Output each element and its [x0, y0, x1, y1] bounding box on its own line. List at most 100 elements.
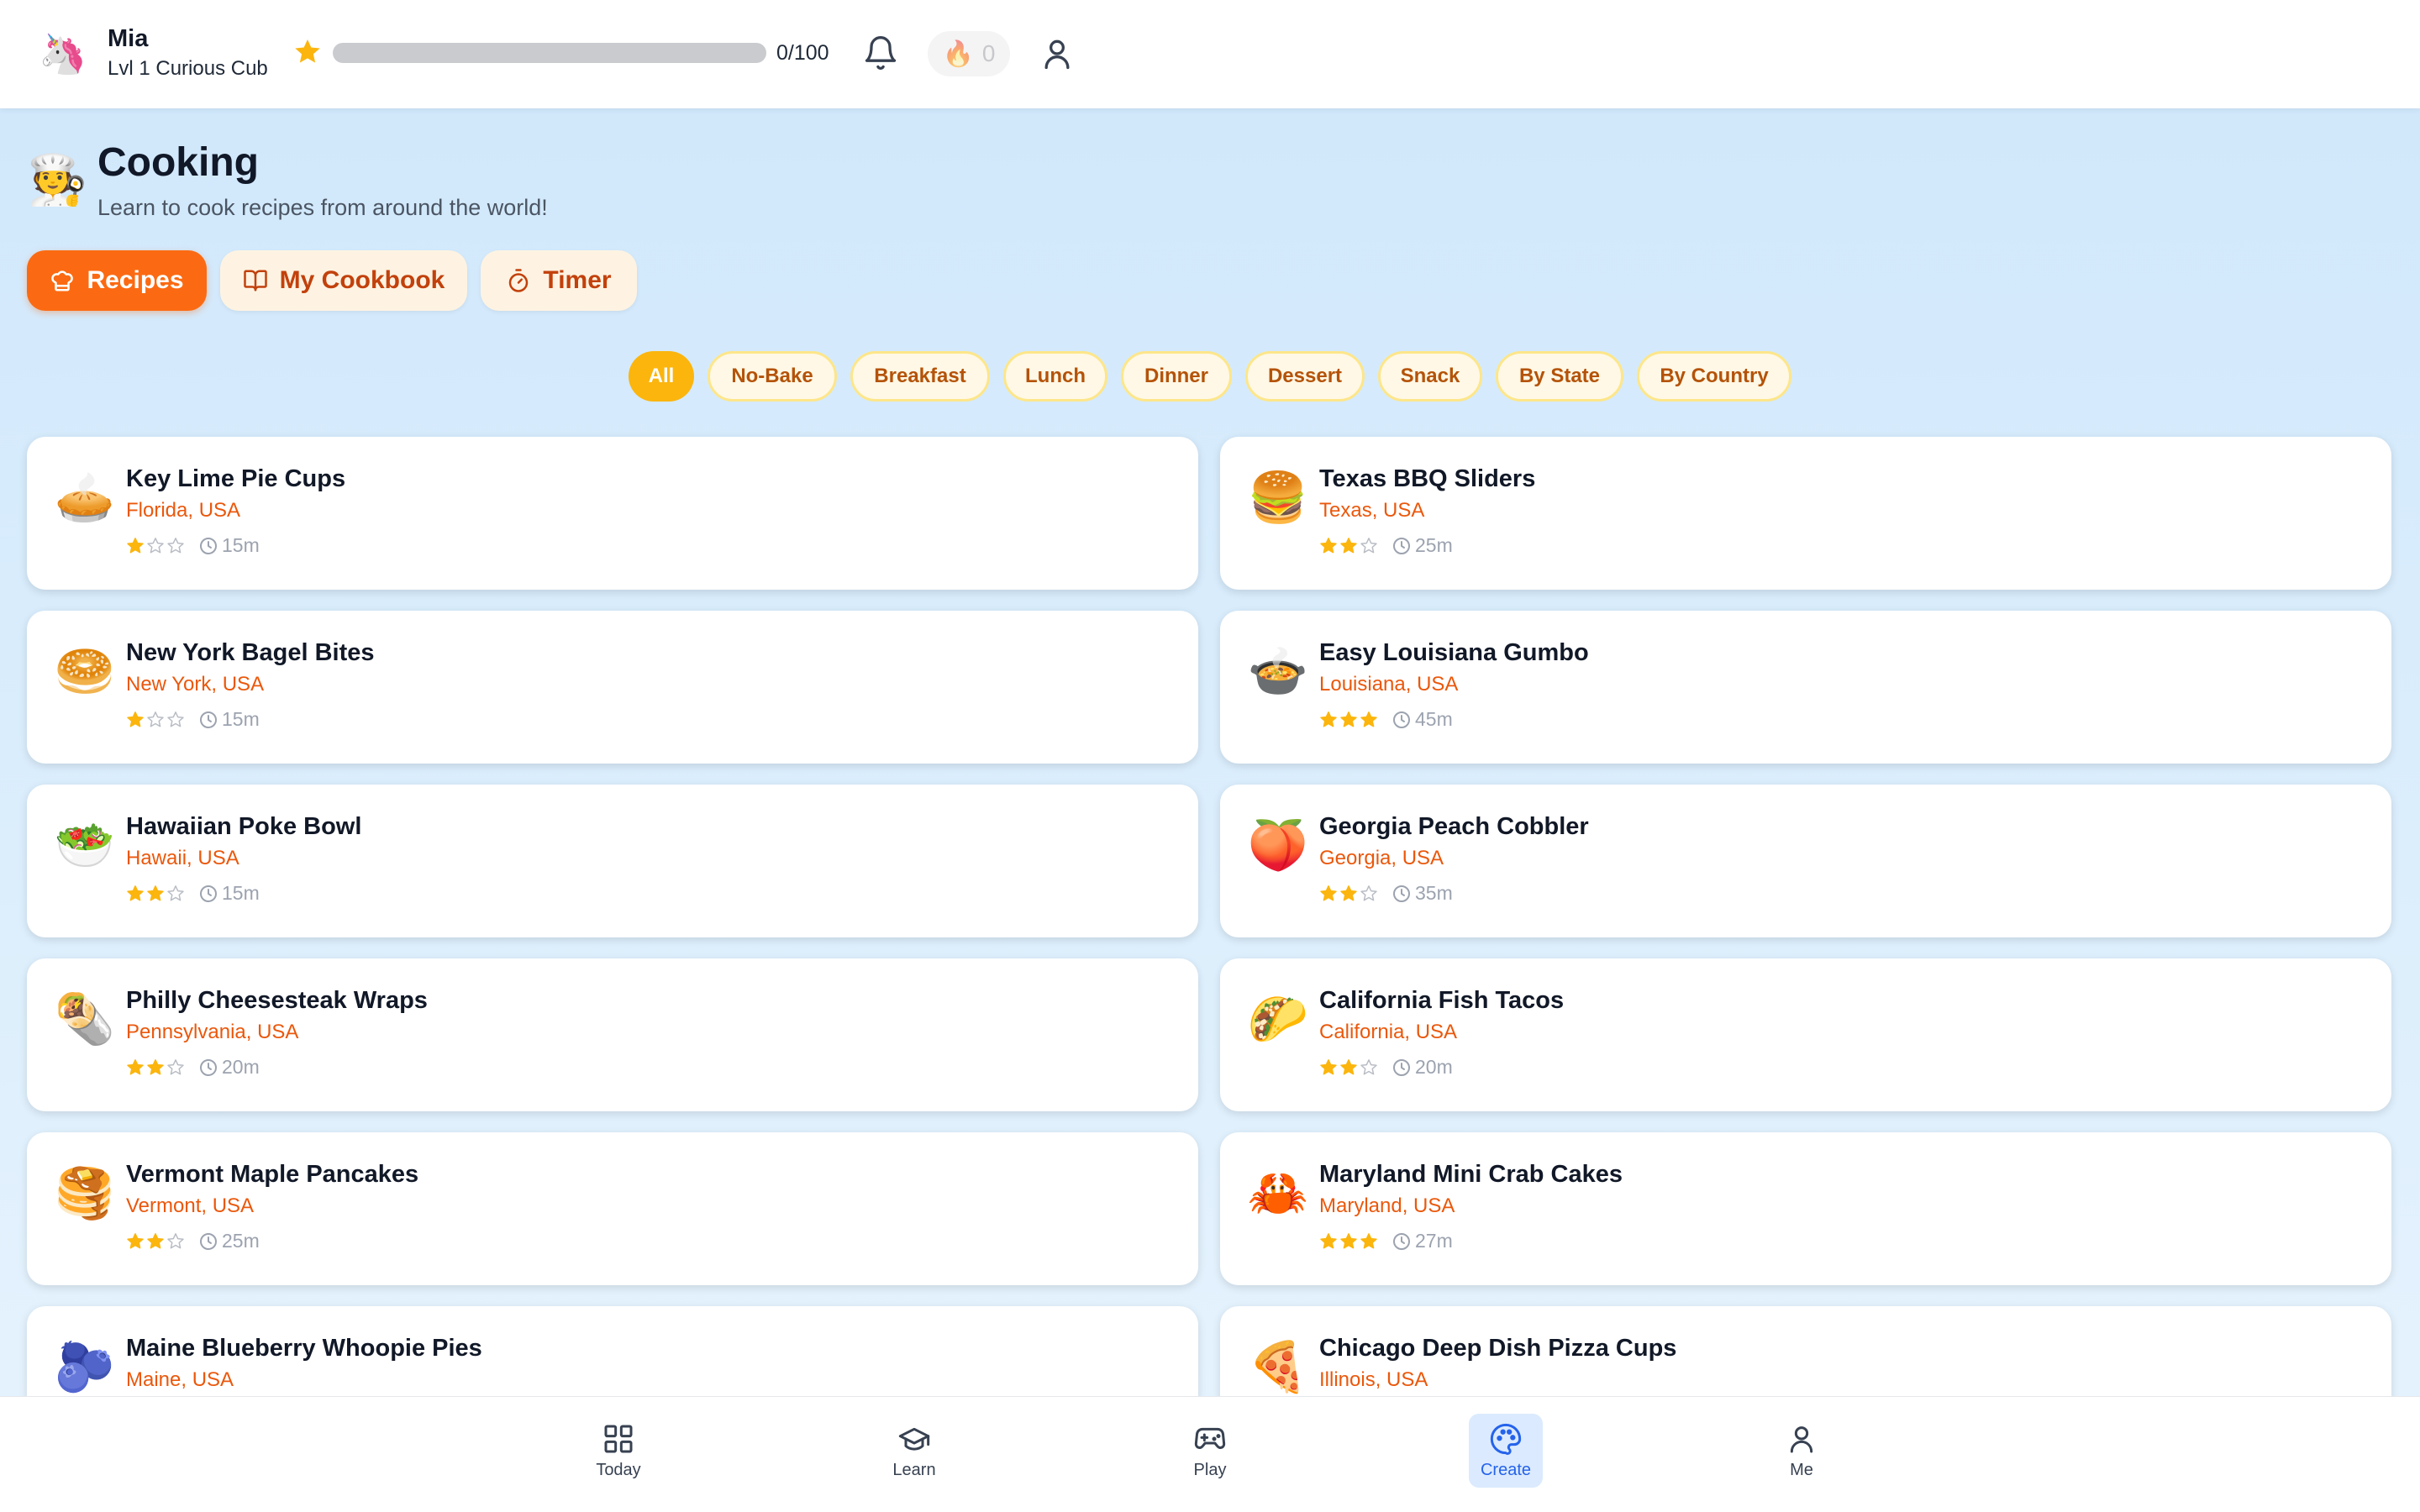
- user-icon: [1790, 1425, 1813, 1452]
- filter-chip-by-country[interactable]: By Country: [1637, 351, 1791, 402]
- recipe-emoji-icon: 🍑: [1247, 818, 1309, 873]
- clock-icon: [1393, 885, 1410, 902]
- recipe-card[interactable]: 🥗 Hawaiian Poke Bowl Hawaii, USA 15m: [27, 785, 1198, 937]
- nav-me[interactable]: Me: [1765, 1414, 1839, 1488]
- recipe-title: Easy Louisiana Gumbo: [1319, 639, 1589, 666]
- tab-recipes[interactable]: Recipes: [27, 250, 207, 311]
- recipe-emoji-icon: 🥯: [54, 644, 116, 699]
- filter-chip-by-state[interactable]: By State: [1496, 351, 1623, 402]
- recipe-emoji-icon: 🥧: [54, 470, 116, 525]
- recipe-emoji-icon: 🥞: [54, 1166, 116, 1221]
- star-filled-icon: [1320, 885, 1337, 900]
- nav-label: Play: [1193, 1460, 1227, 1479]
- difficulty-stars: [126, 537, 185, 555]
- recipe-emoji-icon: 🫐: [54, 1340, 116, 1394]
- recipe-meta: 15m: [126, 534, 260, 557]
- filter-chip-snack[interactable]: Snack: [1378, 351, 1482, 402]
- filter-chip-lunch[interactable]: Lunch: [1003, 351, 1107, 402]
- recipe-meta: 35m: [1319, 882, 1453, 905]
- user-level: Lvl 1 Curious Cub: [108, 57, 268, 80]
- difficulty-stars: [1319, 711, 1378, 729]
- recipe-emoji-icon: 🌮: [1247, 992, 1309, 1047]
- recipe-title: Chicago Deep Dish Pizza Cups: [1319, 1335, 1677, 1362]
- recipe-card[interactable]: 🥞 Vermont Maple Pancakes Vermont, USA 25m: [27, 1132, 1198, 1285]
- clock-icon: [200, 885, 217, 902]
- recipe-location: Maine, USA: [126, 1368, 234, 1391]
- star-filled-icon: [127, 537, 144, 553]
- chef-hat-icon: [51, 270, 74, 291]
- nav-learn[interactable]: Learn: [877, 1414, 951, 1488]
- user-icon[interactable]: [1039, 35, 1076, 72]
- recipe-meta: 15m: [126, 708, 260, 731]
- star-filled-icon: [1340, 885, 1357, 900]
- recipe-card[interactable]: 🍔 Texas BBQ Sliders Texas, USA 25m: [1220, 437, 2391, 590]
- recipe-title: Key Lime Pie Cups: [126, 465, 346, 492]
- recipe-meta: 20m: [1319, 1056, 1453, 1079]
- star-filled-icon: [127, 1058, 144, 1074]
- recipe-location: New York, USA: [126, 673, 265, 696]
- gamepad-icon: [1194, 1427, 1226, 1449]
- star-icon: [295, 39, 320, 63]
- recipe-title: Hawaiian Poke Bowl: [126, 813, 362, 840]
- star-filled-icon: [1340, 1232, 1357, 1248]
- difficulty-stars: [1319, 1232, 1378, 1251]
- recipe-card[interactable]: 🍲 Easy Louisiana Gumbo Louisiana, USA 45m: [1220, 611, 2391, 764]
- recipe-meta: 25m: [126, 1230, 260, 1252]
- recipe-card[interactable]: 🦀 Maryland Mini Crab Cakes Maryland, USA 27…: [1220, 1132, 2391, 1285]
- star-empty-icon: [167, 711, 184, 727]
- recipe-location: Pennsylvania, USA: [126, 1021, 299, 1043]
- flame-icon: 🔥: [942, 39, 974, 68]
- tab-timer[interactable]: Timer: [481, 250, 637, 311]
- recipe-location: Florida, USA: [126, 499, 241, 522]
- book-icon: [243, 270, 267, 291]
- nav-today[interactable]: Today: [581, 1414, 655, 1488]
- recipe-emoji-icon: 🌯: [54, 992, 116, 1047]
- recipe-emoji-icon: 🍕: [1247, 1340, 1309, 1394]
- star-empty-icon: [167, 1232, 184, 1248]
- recipe-time: 35m: [1392, 882, 1453, 905]
- recipe-time: 15m: [198, 708, 260, 731]
- recipe-time: 15m: [198, 534, 260, 557]
- filter-chip-all[interactable]: All: [629, 351, 694, 402]
- filter-chip-dessert[interactable]: Dessert: [1245, 351, 1365, 402]
- recipe-time: 25m: [198, 1230, 260, 1252]
- recipe-time-text: 20m: [222, 1056, 260, 1078]
- bell-icon[interactable]: [862, 34, 899, 72]
- recipe-time-text: 25m: [222, 1230, 260, 1252]
- recipe-emoji-icon: 🍔: [1247, 470, 1309, 525]
- recipe-location: Hawaii, USA: [126, 847, 239, 869]
- star-filled-icon: [1360, 1232, 1377, 1248]
- recipe-location: California, USA: [1319, 1021, 1458, 1043]
- nav-create[interactable]: Create: [1469, 1414, 1543, 1488]
- recipe-title: Maryland Mini Crab Cakes: [1319, 1161, 1623, 1188]
- recipe-title: Vermont Maple Pancakes: [126, 1161, 419, 1188]
- recipe-card[interactable]: 🥧 Key Lime Pie Cups Florida, USA 15m: [27, 437, 1198, 590]
- recipe-time-text: 25m: [1415, 534, 1453, 556]
- xp-progress-bar: [333, 43, 766, 63]
- recipe-emoji-icon: 🥗: [54, 818, 116, 873]
- tab-my-cookbook[interactable]: My Cookbook: [220, 250, 467, 311]
- filter-chip-breakfast[interactable]: Breakfast: [850, 351, 990, 402]
- difficulty-stars: [1319, 1058, 1378, 1077]
- graduation-cap-icon: [898, 1427, 930, 1451]
- recipe-meta: 45m: [1319, 708, 1453, 731]
- nav-label: Create: [1480, 1460, 1532, 1479]
- filter-chip-no-bake[interactable]: No-Bake: [708, 351, 837, 402]
- tab-label: My Cookbook: [279, 266, 445, 294]
- top-bar: 🦄 Mia Lvl 1 Curious Cub 0/100 🔥 0: [0, 0, 2420, 108]
- recipe-card[interactable]: 🌯 Philly Cheesesteak Wraps Pennsylvania, U…: [27, 958, 1198, 1111]
- recipe-card[interactable]: 🥯 New York Bagel Bites New York, USA 15m: [27, 611, 1198, 764]
- recipe-meta: 15m: [126, 882, 260, 905]
- star-filled-icon: [127, 885, 144, 900]
- nav-play[interactable]: Play: [1173, 1414, 1247, 1488]
- filter-chip-dinner[interactable]: Dinner: [1121, 351, 1232, 402]
- star-filled-icon: [147, 1058, 164, 1074]
- recipe-card[interactable]: 🌮 California Fish Tacos California, USA 20m: [1220, 958, 2391, 1111]
- recipe-time: 45m: [1392, 708, 1453, 731]
- user-avatar[interactable]: 🦄: [39, 30, 87, 77]
- xp-text: 0/100: [776, 41, 829, 65]
- recipe-location: Texas, USA: [1319, 499, 1425, 522]
- streak-badge[interactable]: 🔥 0: [928, 31, 1010, 76]
- recipe-card[interactable]: 🍑 Georgia Peach Cobbler Georgia, USA 35m: [1220, 785, 2391, 937]
- star-filled-icon: [1320, 711, 1337, 727]
